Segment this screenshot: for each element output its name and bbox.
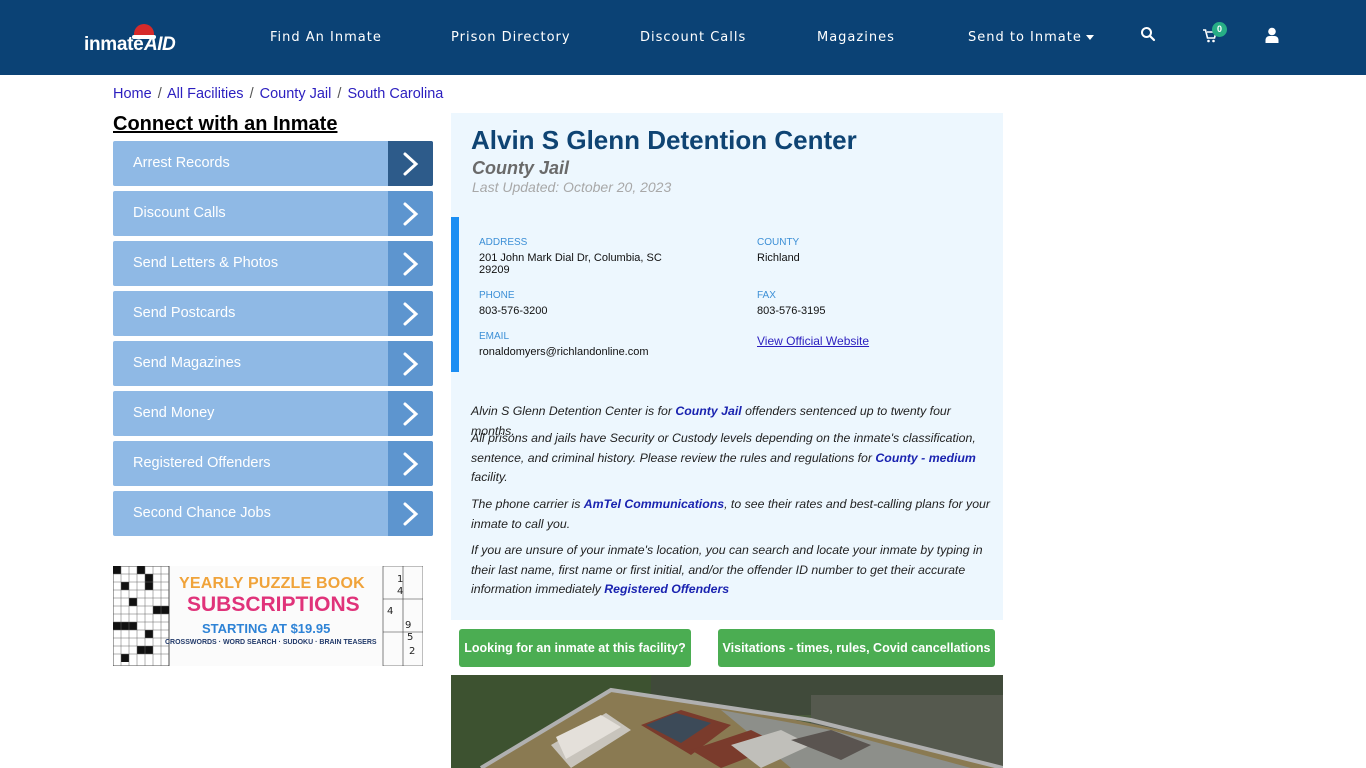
ad-line-2: SUBSCRIPTIONS — [187, 593, 360, 616]
svg-text:9: 9 — [405, 620, 411, 631]
chevron-right-icon — [388, 191, 433, 236]
user-icon[interactable] — [1265, 27, 1285, 47]
text: facility. — [471, 470, 508, 484]
fax-label: FAX — [757, 290, 776, 301]
address-line-1: 201 John Mark Dial Dr, Columbia, SC — [479, 252, 662, 264]
nav-send-to-inmate[interactable]: Send to Inmate — [968, 30, 1094, 45]
registered-offenders-link[interactable]: Registered Offenders — [604, 582, 729, 596]
sidebar-item-label: Send Letters & Photos — [133, 255, 279, 271]
address-line-2: 29209 — [479, 264, 510, 276]
facility-aerial-photo — [451, 675, 1003, 768]
svg-text:4: 4 — [397, 586, 403, 597]
logo-text-aid: AID — [144, 34, 176, 55]
nav-prison-directory[interactable]: Prison Directory — [451, 30, 571, 45]
sidebar-item-label: Send Money — [133, 405, 215, 421]
connect-title: Connect with an Inmate — [113, 113, 338, 135]
sidebar-item-discount-calls[interactable]: Discount Calls — [113, 191, 433, 236]
address-label: ADDRESS — [479, 237, 528, 248]
chevron-right-icon — [388, 341, 433, 386]
svg-text:2: 2 — [409, 646, 415, 657]
breadcrumb-all-facilities[interactable]: All Facilities — [167, 86, 244, 102]
logo-text-inmate: inmate — [84, 34, 144, 55]
chevron-right-icon — [388, 241, 433, 286]
email-label: EMAIL — [479, 331, 510, 342]
breadcrumb-separator: / — [157, 86, 162, 102]
email-value: ronaldomyers@richlandonline.com — [479, 346, 649, 358]
info-accent-bar — [451, 217, 459, 372]
chevron-right-icon — [388, 441, 433, 486]
search-icon[interactable] — [1140, 26, 1160, 46]
phone-value: 803-576-3200 — [479, 305, 548, 317]
breadcrumb-county-jail[interactable]: County Jail — [260, 86, 332, 102]
sidebar-item-label: Discount Calls — [133, 205, 226, 221]
sidebar-item-label: Send Postcards — [133, 305, 236, 321]
sidebar-item-label: Registered Offenders — [133, 455, 271, 471]
sidebar-item-label: Send Magazines — [133, 355, 242, 371]
svg-text:5: 5 — [407, 632, 413, 643]
breadcrumb-separator: / — [249, 86, 254, 102]
fax-value: 803-576-3195 — [757, 305, 826, 317]
nav-magazines[interactable]: Magazines — [817, 30, 895, 45]
description-paragraph-3: The phone carrier is AmTel Communication… — [471, 495, 991, 534]
caret-down-icon — [1085, 35, 1094, 40]
sidebar-item-send-magazines[interactable]: Send Magazines — [113, 341, 433, 386]
facility-type: County Jail — [472, 158, 570, 178]
last-updated: Last Updated: October 20, 2023 — [472, 179, 672, 195]
ad-line-4: CROSSWORDS · WORD SEARCH · SUDOKU · BRAI… — [165, 639, 377, 646]
chevron-right-icon — [388, 291, 433, 336]
phone-label: PHONE — [479, 290, 515, 301]
breadcrumb-south-carolina[interactable]: South Carolina — [347, 86, 443, 102]
county-jail-link[interactable]: County Jail — [675, 404, 741, 418]
find-inmate-at-facility-button[interactable]: Looking for an inmate at this facility? — [459, 629, 691, 667]
description-paragraph-2: All prisons and jails have Security or C… — [471, 429, 991, 488]
text: The phone carrier is — [471, 497, 584, 511]
county-value: Richland — [757, 252, 800, 264]
sidebar-item-label: Arrest Records — [133, 155, 230, 171]
county-label: COUNTY — [757, 237, 800, 248]
chevron-right-icon — [388, 391, 433, 436]
chevron-right-icon — [388, 491, 433, 536]
sidebar-item-arrest-records[interactable]: Arrest Records — [113, 141, 433, 186]
facility-title: Alvin S Glenn Detention Center — [471, 125, 857, 155]
sidebar-item-second-chance-jobs[interactable]: Second Chance Jobs — [113, 491, 433, 536]
nav-discount-calls[interactable]: Discount Calls — [640, 30, 746, 45]
county-medium-link[interactable]: County - medium — [875, 451, 975, 465]
svg-text:1: 1 — [397, 574, 403, 585]
sidebar-item-send-postcards[interactable]: Send Postcards — [113, 291, 433, 336]
official-website-link[interactable]: View Official Website — [757, 334, 869, 348]
visitations-button[interactable]: Visitations - times, rules, Covid cancel… — [718, 629, 995, 667]
ad-line-1: YEARLY PUZZLE BOOK — [179, 575, 365, 592]
svg-text:4: 4 — [387, 606, 393, 617]
description-paragraph-4: If you are unsure of your inmate's locat… — [471, 541, 991, 600]
sidebar-item-registered-offenders[interactable]: Registered Offenders — [113, 441, 433, 486]
site-logo[interactable]: inmate AID — [84, 22, 184, 56]
cart-count-badge: 0 — [1212, 22, 1227, 37]
text: Alvin S Glenn Detention Center is for — [471, 404, 676, 418]
breadcrumb: Home / All Facilities / County Jail / So… — [113, 86, 443, 102]
ad-line-3: STARTING AT $19.95 — [202, 621, 331, 636]
chevron-right-icon — [388, 141, 433, 186]
sidebar-item-send-money[interactable]: Send Money — [113, 391, 433, 436]
amtel-communications-link[interactable]: AmTel Communications — [584, 497, 724, 511]
nav-find-an-inmate[interactable]: Find An Inmate — [270, 30, 382, 45]
breadcrumb-separator: / — [337, 86, 342, 102]
nav-send-to-inmate-label: Send to Inmate — [968, 30, 1082, 45]
puzzle-book-ad-banner[interactable]: 144952 YEARLY PUZZLE BOOK SUBSCRIPTIONS … — [113, 566, 423, 666]
sidebar-item-label: Second Chance Jobs — [133, 505, 271, 521]
sidebar-item-send-letters-photos[interactable]: Send Letters & Photos — [113, 241, 433, 286]
breadcrumb-home[interactable]: Home — [113, 86, 152, 102]
